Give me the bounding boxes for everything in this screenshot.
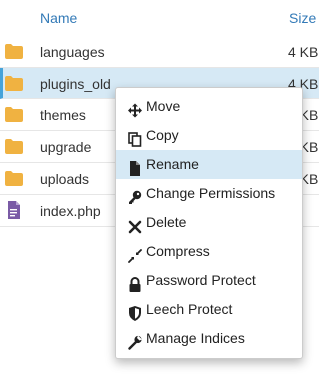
- lock-icon: [128, 273, 142, 292]
- file-name: themes: [40, 107, 86, 123]
- shield-icon: [128, 302, 142, 321]
- menu-item-move[interactable]: Move: [116, 92, 302, 121]
- folder-icon: [5, 171, 23, 186]
- menu-label: Leech Protect: [146, 301, 233, 317]
- menu-item-delete[interactable]: Delete: [116, 208, 302, 237]
- menu-label: Rename: [146, 156, 199, 172]
- key-icon: [128, 186, 142, 204]
- menu-item-leech-protect[interactable]: Leech Protect: [116, 295, 302, 324]
- copy-icon: [128, 128, 142, 147]
- file-name: uploads: [40, 171, 90, 187]
- folder-icon: [5, 44, 23, 59]
- wrench-icon: [128, 331, 142, 350]
- folder-icon: [5, 76, 23, 91]
- menu-item-copy[interactable]: Copy: [116, 121, 302, 150]
- file-manager: Name Size languages 4 KB plugins_old 4 K…: [0, 0, 319, 376]
- menu-label: Move: [146, 98, 181, 114]
- menu-label: Manage Indices: [146, 330, 245, 346]
- menu-label: Compress: [146, 243, 210, 259]
- menu-item-change-permissions[interactable]: Change Permissions: [116, 179, 302, 208]
- file-name: plugins_old: [40, 76, 111, 92]
- menu-label: Change Permissions: [146, 185, 276, 201]
- file-name: index.php: [40, 203, 101, 219]
- php-file-icon: [5, 201, 23, 219]
- file-name: languages: [40, 44, 105, 60]
- menu-label: Copy: [146, 127, 179, 143]
- file-icon: [128, 157, 142, 176]
- context-menu: Move Copy Rename Change Permissions Dele: [115, 87, 303, 359]
- menu-label: Delete: [146, 214, 187, 230]
- move-icon: [128, 99, 142, 118]
- folder-icon: [5, 139, 23, 154]
- name-column-header[interactable]: Name: [40, 10, 77, 26]
- close-icon: [128, 215, 142, 234]
- menu-item-manage-indices[interactable]: Manage Indices: [116, 324, 302, 353]
- folder-icon: [5, 107, 23, 122]
- file-row-languages[interactable]: languages 4 KB: [0, 36, 319, 68]
- compress-icon: [128, 244, 142, 263]
- size-column-header[interactable]: Size: [289, 10, 316, 26]
- file-size: 4 KB: [288, 44, 319, 60]
- menu-item-password-protect[interactable]: Password Protect: [116, 266, 302, 295]
- menu-label: Password Protect: [146, 272, 256, 288]
- menu-item-compress[interactable]: Compress: [116, 237, 302, 266]
- file-list-header: Name Size: [0, 0, 319, 37]
- menu-item-rename[interactable]: Rename: [116, 150, 302, 179]
- file-name: upgrade: [40, 139, 92, 155]
